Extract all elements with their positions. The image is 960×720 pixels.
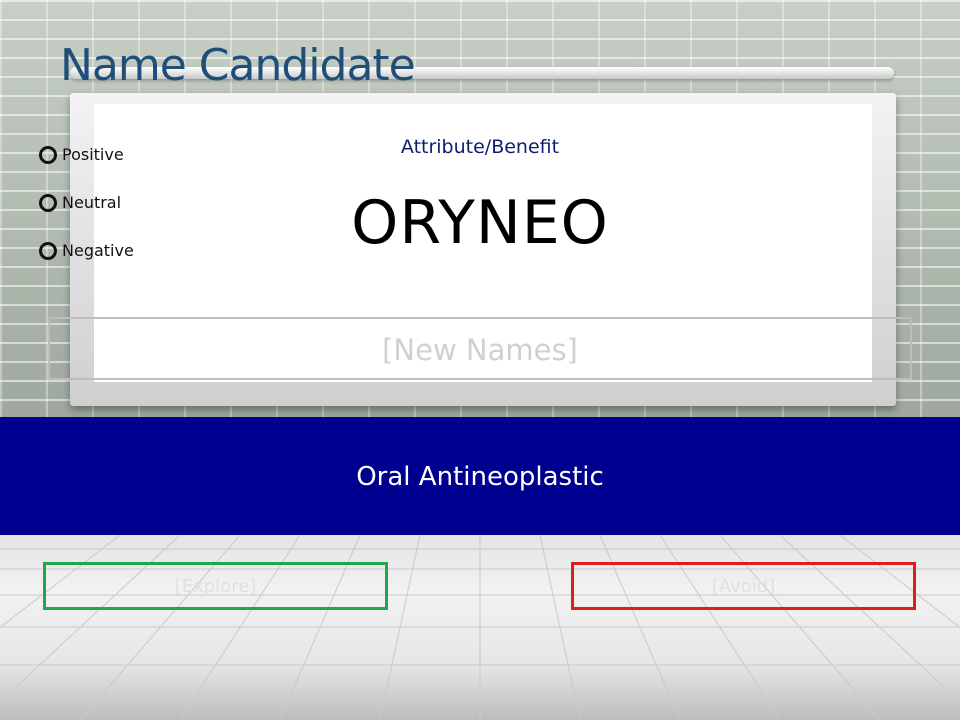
new-names-placeholder: [New Names] (382, 333, 578, 367)
attribute-benefit-label: Attribute/Benefit (400, 136, 560, 158)
explore-box[interactable]: [Explore] (43, 562, 388, 610)
explore-placeholder: [Explore] (174, 575, 257, 597)
candidate-name: ORYNEO (351, 188, 609, 258)
page-title: Name Candidate (60, 40, 416, 91)
avoid-placeholder: [Avoid] (711, 575, 776, 597)
avoid-box[interactable]: [Avoid] (571, 562, 916, 610)
category-label: Oral Antineoplastic (356, 462, 604, 492)
